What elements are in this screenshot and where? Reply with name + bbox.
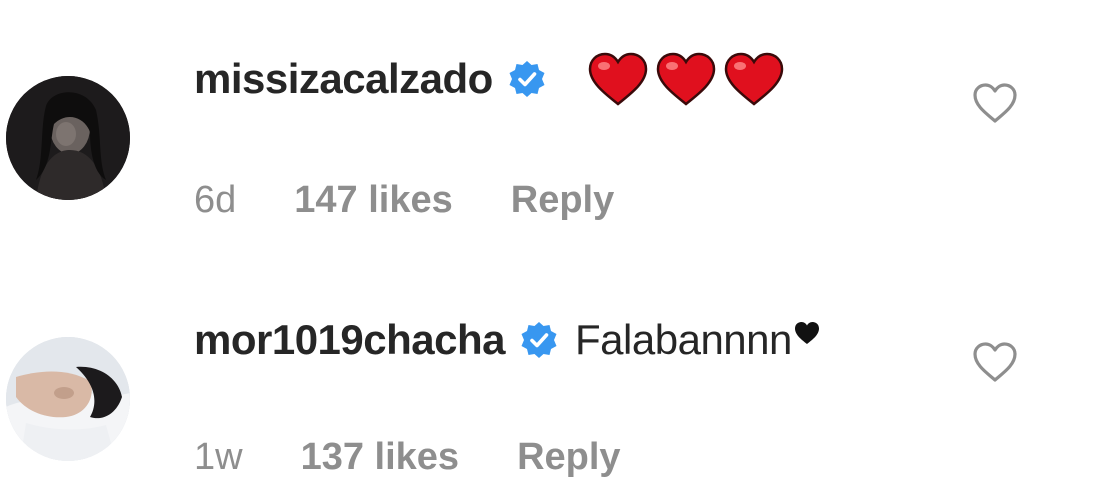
heart-outline-icon[interactable] [972, 82, 1018, 124]
username[interactable]: mor1019chacha [194, 316, 506, 364]
comment-meta: 1w 137 likes Reply [194, 429, 621, 485]
comment-header: mor1019chacha Falabannnn [194, 305, 820, 375]
avatar[interactable] [6, 337, 130, 461]
comment-meta: 6d 147 likes Reply [194, 172, 614, 228]
username[interactable]: missizacalzado [194, 55, 493, 103]
comment-text: Falabannnn [575, 316, 792, 363]
likes-count[interactable]: 147 likes [294, 179, 452, 222]
black-heart-emoji-icon [794, 322, 819, 344]
comment-time[interactable]: 6d [194, 179, 236, 222]
comment-header: missizacalzado [194, 44, 785, 114]
comments-list: missizacalzado 6d 147 likes Reply mor101… [0, 0, 1120, 503]
verified-badge-icon [519, 320, 559, 360]
verified-badge-icon [507, 59, 547, 99]
reply-button[interactable]: Reply [517, 436, 620, 479]
red-heart-emoji-icon [656, 52, 716, 106]
avatar[interactable] [6, 76, 130, 200]
reply-button[interactable]: Reply [511, 179, 614, 222]
red-heart-emoji-icon [588, 52, 648, 106]
red-heart-emoji-icon [724, 52, 784, 106]
heart-outline-icon[interactable] [972, 341, 1018, 383]
likes-count[interactable]: 137 likes [301, 436, 459, 479]
comment-emoji [587, 51, 785, 107]
comment-time[interactable]: 1w [194, 436, 243, 479]
